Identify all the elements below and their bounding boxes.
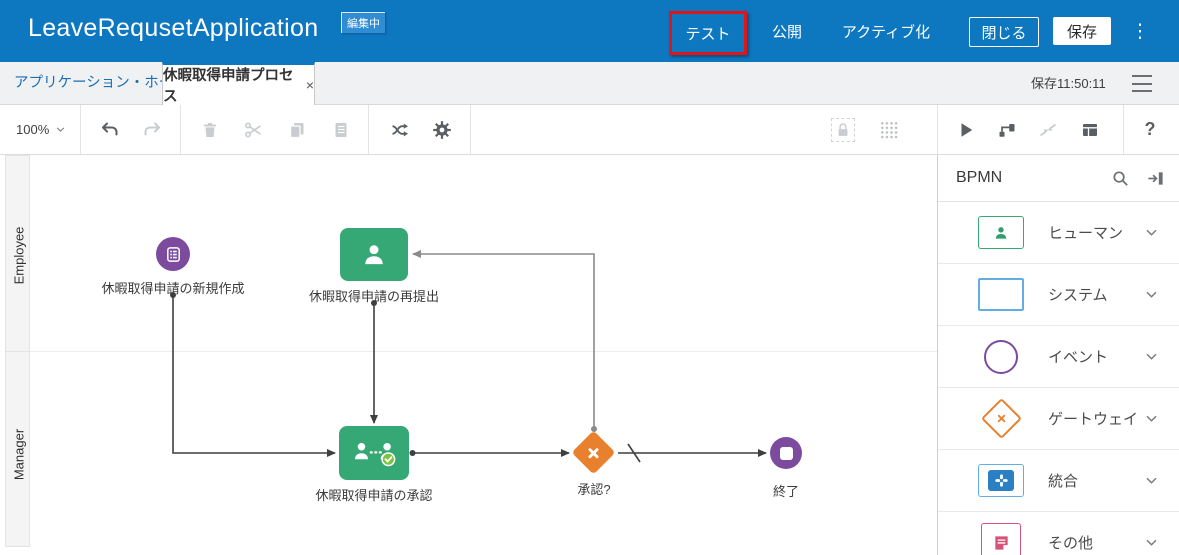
- x-mark-icon: [585, 444, 603, 462]
- cut-icon[interactable]: [234, 105, 272, 154]
- palette-item-human[interactable]: ヒューマン: [938, 202, 1179, 264]
- toolbar-separator: [937, 105, 938, 154]
- palette-item-label: システム: [1048, 284, 1108, 305]
- toolbar-separator: [1123, 105, 1124, 154]
- lane-manager-label: Manager: [12, 380, 27, 530]
- close-button[interactable]: 閉じる: [969, 17, 1039, 47]
- node-end-label: 終了: [736, 481, 836, 500]
- paste-icon[interactable]: [322, 105, 360, 154]
- node-approve-label: 休暇取得申請の承認: [274, 485, 474, 504]
- approval-persons-icon: [351, 438, 397, 468]
- zoom-level: 100%: [16, 122, 49, 137]
- lane-manager[interactable]: Manager: [5, 351, 30, 547]
- node-resubmit-task[interactable]: [340, 228, 408, 281]
- chevron-down-icon[interactable]: [1144, 287, 1159, 302]
- chevron-down-icon[interactable]: [1144, 349, 1159, 364]
- lane-divider: [30, 351, 937, 352]
- chevron-down-icon[interactable]: [1144, 411, 1159, 426]
- lane-employee-label: Employee: [12, 181, 27, 331]
- editing-status-badge: 編集中: [341, 12, 385, 33]
- palette-item-other[interactable]: その他: [938, 512, 1179, 555]
- toolbar-separator: [470, 105, 471, 154]
- system-task-icon: [978, 278, 1024, 311]
- help-icon[interactable]: ?: [1131, 105, 1169, 154]
- node-end-event[interactable]: [770, 437, 802, 469]
- save-button[interactable]: 保存: [1053, 17, 1111, 45]
- node-start-label: 休暇取得申請の新規作成: [73, 278, 273, 297]
- gear-icon[interactable]: [423, 105, 461, 154]
- app-title: LeaveRequsetApplication: [28, 14, 318, 43]
- node-resubmit-label: 休暇取得申請の再提出: [274, 286, 474, 305]
- designer-toolbar: 100%: [0, 105, 1179, 155]
- activate-button[interactable]: アクティブ化: [828, 0, 944, 62]
- palette-item-label: ヒューマン: [1048, 222, 1123, 243]
- shuffle-icon[interactable]: [381, 105, 419, 154]
- palette-item-label: その他: [1048, 532, 1093, 553]
- saved-timestamp: 保存11:50:11: [1031, 62, 1106, 105]
- node-gateway-label: 承認?: [544, 479, 644, 498]
- node-approval-gateway[interactable]: [572, 431, 616, 475]
- stop-square-icon: [780, 447, 793, 460]
- other-note-icon: [981, 523, 1021, 555]
- lock-icon[interactable]: [824, 105, 862, 154]
- publish-button[interactable]: 公開: [760, 0, 814, 62]
- flow-test-icon[interactable]: [988, 105, 1026, 154]
- lane-employee[interactable]: Employee: [5, 155, 30, 352]
- palette-item-integration[interactable]: 統合: [938, 450, 1179, 512]
- human-task-icon: [978, 216, 1024, 249]
- chevron-down-icon[interactable]: [1144, 473, 1159, 488]
- overflow-menu-icon[interactable]: ⋮: [1128, 0, 1152, 62]
- palette-item-label: イベント: [1048, 346, 1108, 367]
- process-designer-window: LeaveRequsetApplication 編集中 テスト 公開 アクティブ…: [0, 0, 1179, 555]
- toolbar-separator: [368, 105, 369, 154]
- tab-list-menu-icon[interactable]: [1132, 75, 1152, 92]
- form-panel-icon[interactable]: [1071, 105, 1109, 154]
- collapse-panel-icon[interactable]: [1146, 169, 1165, 188]
- palette-header: BPMN: [938, 155, 1179, 202]
- copy-icon[interactable]: [278, 105, 316, 154]
- integration-icon: [978, 464, 1024, 497]
- trash-icon[interactable]: [191, 105, 229, 154]
- palette-item-gateway[interactable]: ゲートウェイ: [938, 388, 1179, 450]
- redo-icon[interactable]: [133, 105, 171, 154]
- tab-close-icon[interactable]: ×: [306, 77, 314, 93]
- palette-item-event[interactable]: イベント: [938, 326, 1179, 388]
- annotation-highlight-box: テスト: [669, 11, 747, 55]
- palette-item-label: 統合: [1048, 470, 1078, 491]
- grid-snap-icon[interactable]: [869, 105, 907, 154]
- toolbar-separator: [180, 105, 181, 154]
- form-icon: [164, 245, 183, 264]
- tab-process-label: 休暇取得申請プロセス: [163, 64, 297, 106]
- chevron-down-icon[interactable]: [1144, 225, 1159, 240]
- node-approve-task[interactable]: [339, 426, 409, 480]
- person-icon: [360, 241, 388, 269]
- tab-bar: アプリケーション・ホーム 休暇取得申請プロセス × 保存11:50:11: [0, 62, 1179, 105]
- play-icon[interactable]: [947, 105, 985, 154]
- palette-item-label: ゲートウェイ: [1048, 408, 1138, 429]
- test-button[interactable]: テスト: [685, 23, 730, 44]
- merge-icon[interactable]: [1029, 105, 1067, 154]
- gateway-icon: [980, 398, 1021, 439]
- undo-icon[interactable]: [91, 105, 129, 154]
- chevron-down-icon[interactable]: [1144, 535, 1159, 550]
- chevron-down-icon: [55, 124, 66, 135]
- app-header: LeaveRequsetApplication 編集中 テスト 公開 アクティブ…: [0, 0, 1179, 62]
- zoom-dropdown[interactable]: 100%: [16, 105, 66, 154]
- process-canvas[interactable]: Employee Manager: [0, 155, 937, 555]
- tab-process-active[interactable]: 休暇取得申請プロセス ×: [162, 62, 315, 105]
- palette-title: BPMN: [956, 169, 1002, 187]
- node-start-event[interactable]: [156, 237, 190, 271]
- palette-item-system[interactable]: システム: [938, 264, 1179, 326]
- bpmn-palette: BPMN ヒューマン システム イベント: [937, 155, 1179, 555]
- toolbar-separator: [80, 105, 81, 154]
- search-icon[interactable]: [1111, 169, 1130, 188]
- event-icon: [984, 340, 1018, 374]
